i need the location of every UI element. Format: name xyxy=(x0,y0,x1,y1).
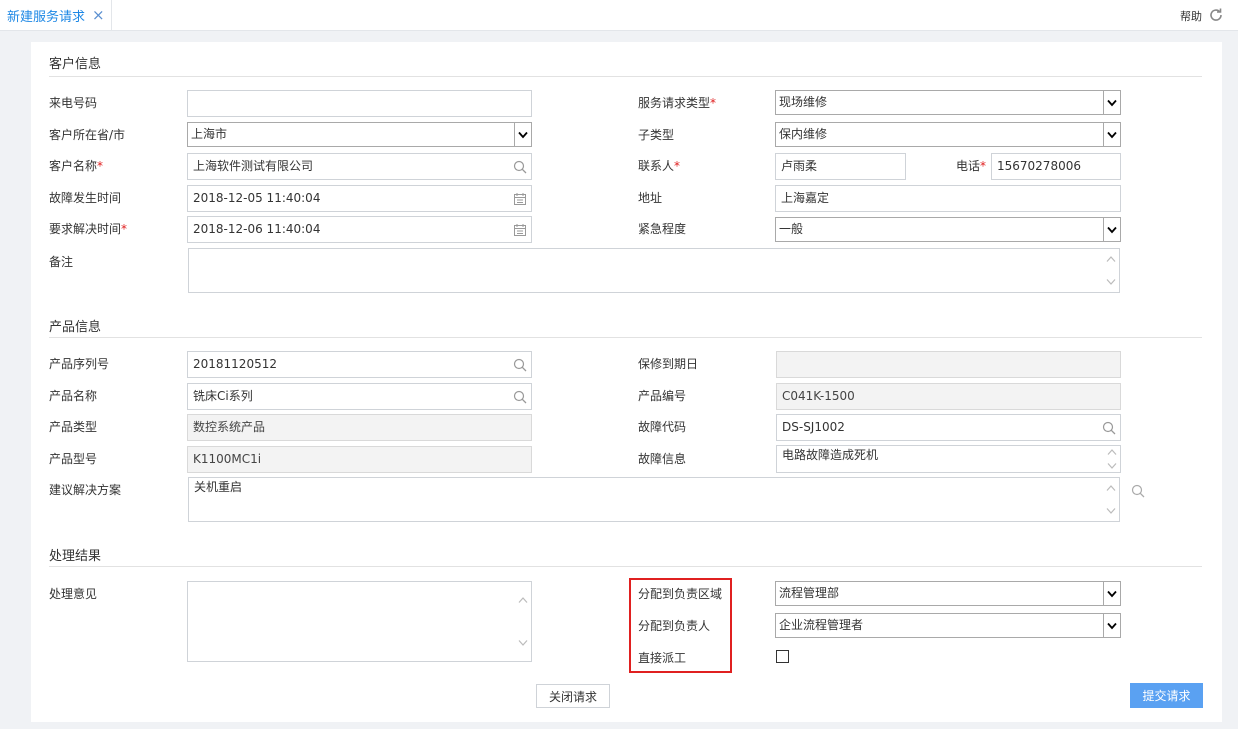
subtype-select[interactable]: 保内维修 xyxy=(775,122,1121,147)
subtype-label: 子类型 xyxy=(638,127,674,143)
serial-label: 产品序列号 xyxy=(49,356,109,372)
help-link[interactable]: 帮助 xyxy=(1180,8,1202,24)
dispatch-label: 直接派工 xyxy=(638,650,686,666)
owner-select[interactable]: 企业流程管理者 xyxy=(775,613,1121,638)
remark-textarea[interactable] xyxy=(188,248,1120,293)
product-code-label: 产品编号 xyxy=(638,388,686,404)
fault-time-input[interactable]: 2018-12-05 11:40:04 xyxy=(187,185,532,212)
phone-label: 来电号码 xyxy=(49,95,97,111)
top-bar: 新建服务请求 × 帮助 xyxy=(0,0,1238,31)
fault-info-label: 故障信息 xyxy=(638,451,686,467)
solution-textarea[interactable]: 关机重启 xyxy=(188,477,1120,522)
tel-input[interactable]: 15670278006 xyxy=(991,153,1121,180)
product-type-field: 数控系统产品 xyxy=(187,414,532,441)
calendar-icon[interactable] xyxy=(513,192,527,206)
scroll-down-icon[interactable] xyxy=(1107,462,1117,470)
tel-label: 电话* xyxy=(956,158,986,174)
chevron-down-icon xyxy=(514,123,531,146)
divider xyxy=(49,566,1202,567)
scroll-down-icon[interactable] xyxy=(1106,278,1116,286)
product-type-label: 产品类型 xyxy=(49,419,97,435)
province-label: 客户所在省/市 xyxy=(49,127,125,143)
refresh-icon[interactable] xyxy=(1208,7,1224,23)
section-title-customer: 客户信息 xyxy=(49,53,101,72)
tab-new-service-request[interactable]: 新建服务请求 × xyxy=(0,0,112,31)
product-code-field: C041K-1500 xyxy=(776,383,1121,410)
section-title-product: 产品信息 xyxy=(49,316,101,335)
province-select[interactable]: 上海市 xyxy=(187,122,532,147)
scroll-up-icon[interactable] xyxy=(518,596,528,604)
chevron-down-icon xyxy=(1103,218,1120,241)
chevron-down-icon xyxy=(1103,614,1120,637)
chevron-down-icon xyxy=(1103,123,1120,146)
scroll-down-icon[interactable] xyxy=(1106,507,1116,515)
chevron-down-icon xyxy=(1103,91,1120,114)
service-type-label: 服务请求类型* xyxy=(638,95,716,111)
region-select[interactable]: 流程管理部 xyxy=(775,581,1121,606)
divider xyxy=(49,76,1202,77)
resolve-time-input[interactable]: 2018-12-06 11:40:04 xyxy=(187,216,532,243)
phone-input[interactable] xyxy=(187,90,532,117)
chevron-down-icon xyxy=(1103,582,1120,605)
address-input[interactable]: 上海嘉定 xyxy=(775,185,1121,212)
scroll-up-icon[interactable] xyxy=(1106,484,1116,492)
scroll-down-icon[interactable] xyxy=(518,639,528,647)
remark-label: 备注 xyxy=(49,254,73,270)
customer-name-label: 客户名称* xyxy=(49,158,103,174)
contact-label: 联系人* xyxy=(638,158,680,174)
close-request-button[interactable]: 关闭请求 xyxy=(536,684,610,708)
owner-label: 分配到负责人 xyxy=(638,618,710,634)
scroll-up-icon[interactable] xyxy=(1106,255,1116,263)
product-name-input[interactable]: 铣床Ci系列 xyxy=(187,383,532,410)
product-name-label: 产品名称 xyxy=(49,388,97,404)
fault-code-label: 故障代码 xyxy=(638,419,686,435)
search-icon[interactable] xyxy=(513,358,527,372)
opinion-label: 处理意见 xyxy=(49,586,97,602)
urgency-select[interactable]: 一般 xyxy=(775,217,1121,242)
calendar-icon[interactable] xyxy=(513,223,527,237)
search-icon[interactable] xyxy=(1102,421,1116,435)
submit-request-button[interactable]: 提交请求 xyxy=(1130,683,1203,708)
urgency-label: 紧急程度 xyxy=(638,221,686,237)
region-label: 分配到负责区域 xyxy=(638,586,722,602)
tab-label: 新建服务请求 xyxy=(7,6,85,25)
warranty-field xyxy=(776,351,1121,378)
search-icon[interactable] xyxy=(1131,484,1145,498)
resolve-time-label: 要求解决时间* xyxy=(49,221,127,237)
fault-time-label: 故障发生时间 xyxy=(49,190,121,206)
product-model-label: 产品型号 xyxy=(49,451,97,467)
contact-input[interactable]: 卢雨柔 xyxy=(775,153,906,180)
fault-info-textarea[interactable]: 电路故障造成死机 xyxy=(776,445,1121,473)
address-label: 地址 xyxy=(638,190,662,206)
serial-input[interactable]: 20181120512 xyxy=(187,351,532,378)
opinion-textarea[interactable] xyxy=(187,581,532,662)
section-title-result: 处理结果 xyxy=(49,545,101,564)
warranty-label: 保修到期日 xyxy=(638,356,698,372)
search-icon[interactable] xyxy=(513,160,527,174)
solution-label: 建议解决方案 xyxy=(49,482,121,498)
service-type-select[interactable]: 现场维修 xyxy=(775,90,1121,115)
product-model-field: K1100MC1i xyxy=(187,446,532,473)
dispatch-checkbox[interactable] xyxy=(776,650,789,663)
fault-code-input[interactable]: DS-SJ1002 xyxy=(776,414,1121,441)
customer-name-input[interactable]: 上海软件测试有限公司 xyxy=(187,153,532,180)
divider xyxy=(49,337,1202,338)
close-icon[interactable]: × xyxy=(92,6,105,24)
scroll-up-icon[interactable] xyxy=(1107,448,1117,456)
search-icon[interactable] xyxy=(513,390,527,404)
